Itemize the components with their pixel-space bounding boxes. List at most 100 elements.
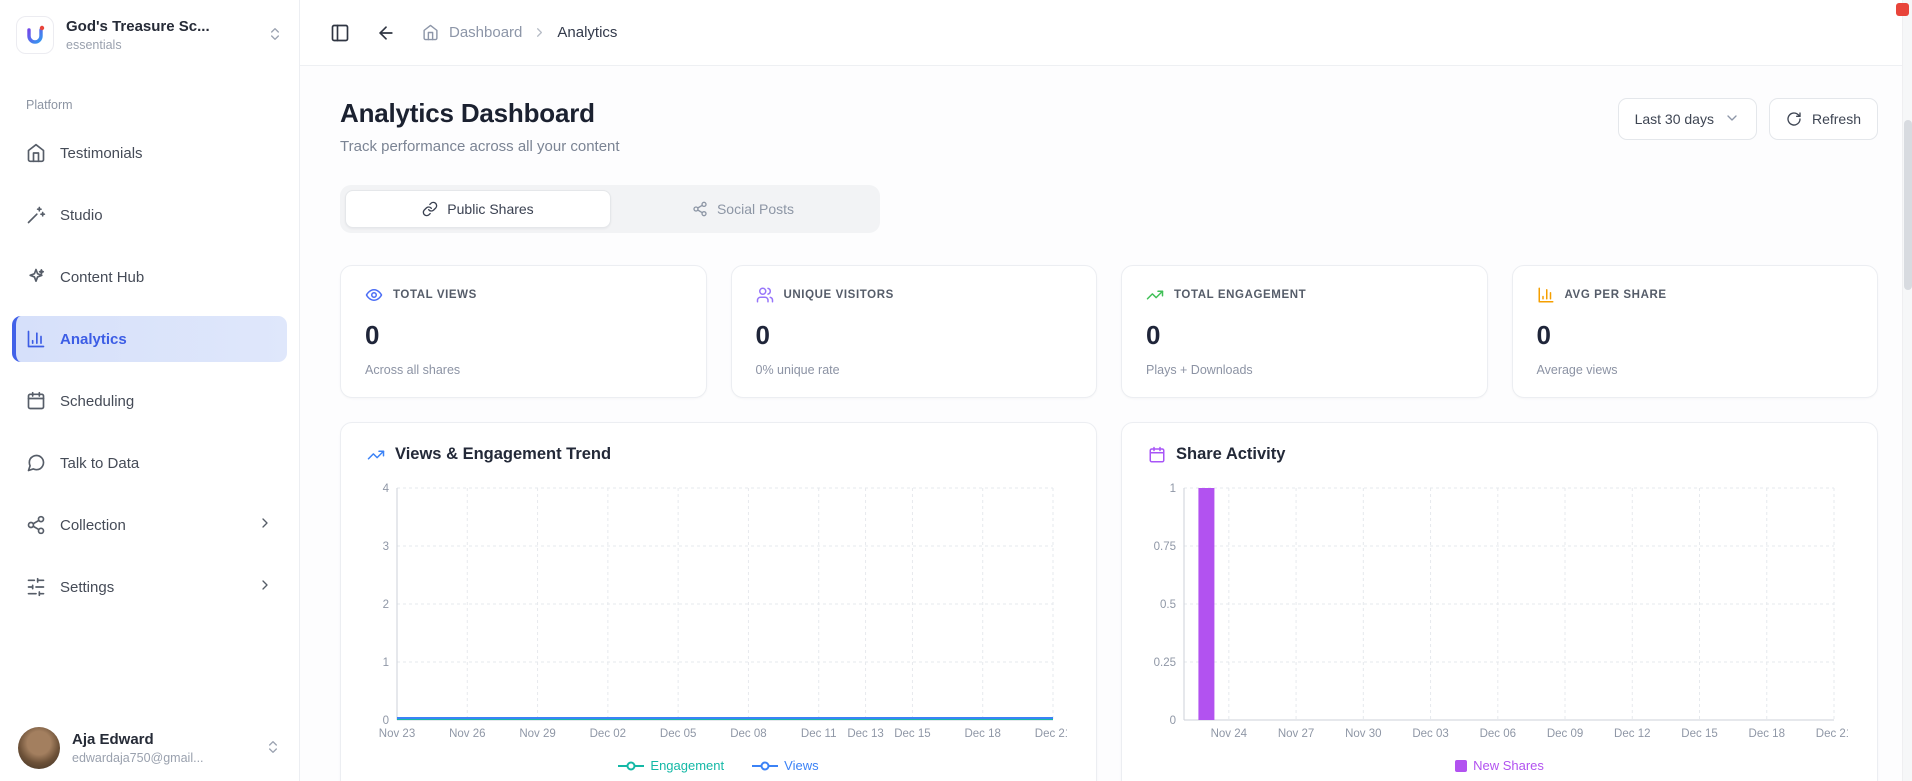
charts-row: Views & Engagement Trend 0 1 2 3 4 Nov 23 Nov … (340, 422, 1878, 781)
calendar-icon (27, 391, 45, 410)
svg-text:3: 3 (383, 541, 389, 553)
stat-card-total-engagement: TOTAL ENGAGEMENT 0 Plays + Downloads (1121, 265, 1488, 398)
sidebar-item-label: Testimonials (60, 144, 143, 162)
page-subtitle: Track performance across all your conten… (340, 138, 620, 155)
bar-chart-icon (27, 330, 45, 348)
trending-up-icon (1146, 290, 1164, 300)
svg-text:Dec 18: Dec 18 (1749, 728, 1785, 740)
share-nodes-icon (27, 515, 45, 535)
stat-label: UNIQUE VISITORS (783, 289, 894, 301)
line-marker-icon (618, 761, 645, 770)
svg-text:Nov 26: Nov 26 (449, 728, 485, 740)
svg-text:Nov 27: Nov 27 (1278, 728, 1314, 740)
breadcrumb-current: Analytics (557, 24, 618, 41)
svg-text:0: 0 (383, 715, 389, 727)
svg-text:Dec 15: Dec 15 (894, 728, 930, 740)
chart-title: Views & Engagement Trend (395, 445, 612, 463)
tab-public-shares[interactable]: Public Shares (345, 190, 611, 228)
breadcrumb: Dashboard Analytics (422, 24, 617, 41)
stat-card-total-views: TOTAL VIEWS 0 Across all shares (340, 265, 707, 398)
tab-label: Public Shares (447, 201, 534, 217)
chevron-right-icon (532, 25, 547, 40)
legend-item-views: Views (752, 758, 819, 773)
topbar: Dashboard Analytics (300, 0, 1912, 66)
workspace-selector[interactable]: God's Treasure Sc... essentials (0, 0, 299, 68)
main-area: Dashboard Analytics Analytics Dashboard … (300, 0, 1912, 781)
sidebar-item-label: Collection (60, 516, 126, 534)
panel-left-icon (331, 24, 349, 41)
refresh-button[interactable]: Refresh (1768, 98, 1878, 140)
home-icon[interactable] (422, 24, 439, 41)
line-marker-icon (752, 761, 779, 770)
tab-social-posts[interactable]: Social Posts (611, 190, 875, 228)
scrollbar-thumb[interactable] (1904, 120, 1912, 290)
stat-subtext: Plays + Downloads (1146, 363, 1253, 377)
stat-card-avg-per-share: AVG PER SHARE 0 Average views (1511, 265, 1878, 398)
legend-label: New Shares (1473, 758, 1544, 773)
stat-subtext: Average views (1536, 363, 1618, 377)
sidebar-item-label: Content Hub (60, 268, 145, 286)
page-title: Analytics Dashboard (340, 98, 595, 128)
sidebar-item-testimonials[interactable]: Testimonials (12, 130, 287, 176)
back-button[interactable] (376, 23, 396, 43)
sparkles-icon (29, 268, 45, 282)
sidebar-toggle-button[interactable] (330, 23, 350, 43)
sidebar-item-collection[interactable]: Collection (12, 502, 287, 548)
chevrons-up-down-icon (267, 26, 283, 45)
date-range-value: Last 30 days (1634, 111, 1714, 127)
date-range-select[interactable]: Last 30 days (1617, 98, 1757, 140)
arrow-left-icon (379, 25, 393, 40)
stats-row: TOTAL VIEWS 0 Across all shares UNIQUE V… (340, 265, 1878, 398)
stat-label: AVG PER SHARE (1564, 289, 1667, 301)
stat-value: 0 (365, 320, 380, 350)
sidebar-item-talk-to-data[interactable]: Talk to Data (12, 440, 287, 486)
refresh-icon (1787, 112, 1801, 126)
legend-item-engagement: Engagement (618, 758, 724, 773)
line-chart: 0 1 2 3 4 Nov 23 Nov 26 Nov 29 Dec 02 Dec 05 Dec 0… (379, 483, 1067, 740)
user-menu[interactable]: Aja Edward edwardaja750@gmail... (0, 713, 299, 781)
sidebar-item-label: Studio (60, 206, 103, 224)
sidebar-item-label: Settings (60, 578, 115, 596)
square-marker-icon (1455, 759, 1468, 772)
bar-chart-icon (1538, 287, 1553, 303)
link-icon (423, 201, 438, 217)
sidebar-section-label: Platform (26, 98, 73, 112)
message-circle-icon (27, 454, 45, 472)
sliders-icon (27, 577, 45, 597)
svg-text:Dec 06: Dec 06 (1480, 728, 1516, 740)
svg-text:1: 1 (1170, 483, 1176, 495)
stat-value: 0 (1536, 320, 1551, 350)
svg-text:Dec 15: Dec 15 (1681, 728, 1717, 740)
stat-subtext: Across all shares (365, 363, 461, 377)
svg-text:Dec 21: Dec 21 (1035, 728, 1067, 740)
bar-chart: 0 0.25 0.5 0.75 1 Nov 24 Nov 27 Nov 30 Dec 03 Dec… (1154, 483, 1848, 740)
breadcrumb-root[interactable]: Dashboard (449, 24, 522, 41)
legend-label: Engagement (650, 758, 725, 773)
sidebar-item-analytics[interactable]: Analytics (12, 316, 287, 362)
svg-text:1: 1 (383, 657, 389, 669)
sidebar-item-settings[interactable]: Settings (12, 564, 287, 610)
calendar-icon (1149, 446, 1165, 462)
views-engagement-chart-card: Views & Engagement Trend 0 1 2 3 4 Nov 23 Nov … (340, 422, 1097, 781)
sidebar-menu: Testimonials Studio Content Hub Analytic… (0, 122, 299, 618)
svg-text:0: 0 (1170, 715, 1176, 727)
legend-item-new-shares: New Shares (1455, 758, 1544, 773)
stat-value: 0 (1146, 320, 1161, 350)
user-name: Aja Edward (72, 731, 154, 748)
sidebar-item-studio[interactable]: Studio (12, 192, 287, 238)
svg-text:Dec 02: Dec 02 (590, 728, 626, 740)
svg-text:Dec 21: Dec 21 (1816, 728, 1848, 740)
chart-legend: Engagement Views (367, 758, 1070, 773)
sidebar-item-scheduling[interactable]: Scheduling (12, 378, 287, 424)
svg-text:Nov 23: Nov 23 (379, 728, 415, 740)
chart-legend: New Shares (1148, 758, 1851, 773)
svg-text:0.75: 0.75 (1154, 541, 1176, 553)
users-icon (756, 287, 773, 303)
svg-text:Dec 13: Dec 13 (847, 728, 883, 740)
tab-label: Social Posts (716, 201, 795, 217)
alert-indicator (1896, 3, 1909, 16)
svg-text:Dec 05: Dec 05 (660, 728, 696, 740)
sidebar-item-content-hub[interactable]: Content Hub (12, 254, 287, 300)
chart-title: Share Activity (1176, 445, 1286, 463)
svg-text:Nov 29: Nov 29 (519, 728, 555, 740)
